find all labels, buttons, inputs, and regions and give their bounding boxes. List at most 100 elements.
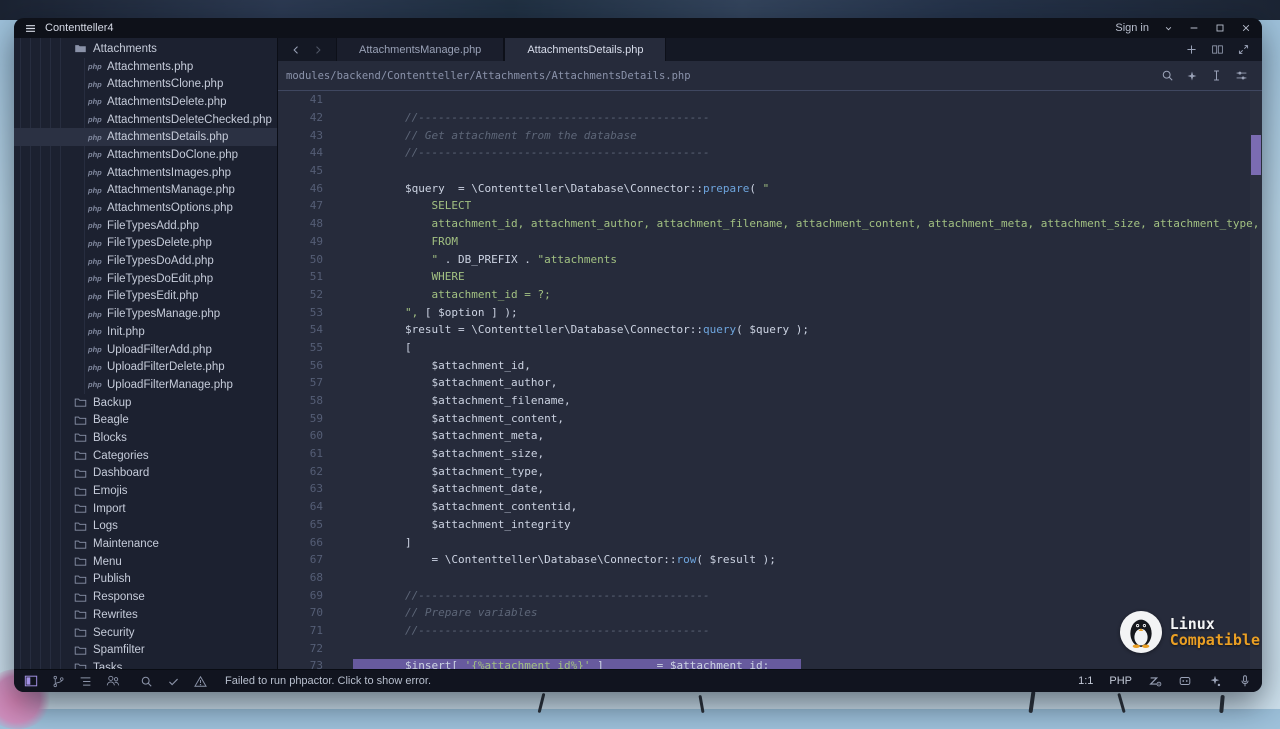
inline-assist-icon[interactable] bbox=[1210, 69, 1223, 82]
code-line-66[interactable]: 66] bbox=[278, 533, 1262, 551]
tab-attachmentsdetails[interactable]: AttachmentsDetails.php bbox=[504, 38, 666, 61]
sidebar-item-publish[interactable]: Publish bbox=[14, 571, 277, 589]
code-line-69[interactable]: 69//------------------------------------… bbox=[278, 586, 1262, 604]
close-button[interactable] bbox=[1240, 22, 1252, 34]
code-line-55[interactable]: 55[ bbox=[278, 339, 1262, 357]
search-icon[interactable] bbox=[140, 675, 153, 688]
code-line-72[interactable]: 72 bbox=[278, 639, 1262, 657]
code-line-49[interactable]: 49 FROM bbox=[278, 233, 1262, 251]
assistant-icon[interactable] bbox=[1208, 674, 1222, 688]
code-line-73[interactable]: 73$insert[ '{%attachment_id%}' ] = $atta… bbox=[278, 657, 1262, 669]
sidebar-item-filetypesmanage-php[interactable]: phpFileTypesManage.php bbox=[14, 305, 277, 323]
code-line-57[interactable]: 57 $attachment_author, bbox=[278, 374, 1262, 392]
forward-icon[interactable] bbox=[312, 44, 324, 56]
outline-icon[interactable] bbox=[79, 675, 92, 688]
collab-icon[interactable] bbox=[106, 674, 120, 688]
code-line-48[interactable]: 48 attachment_id, attachment_author, att… bbox=[278, 215, 1262, 233]
cursor-position[interactable]: 1:1 bbox=[1078, 675, 1093, 687]
code-line-52[interactable]: 52 attachment_id = ?; bbox=[278, 286, 1262, 304]
sidebar-item-categories[interactable]: Categories bbox=[14, 447, 277, 465]
code-line-51[interactable]: 51 WHERE bbox=[278, 268, 1262, 286]
minimize-button[interactable] bbox=[1188, 22, 1200, 34]
sidebar-item-import[interactable]: Import bbox=[14, 500, 277, 518]
code-line-43[interactable]: 43// Get attachment from the database bbox=[278, 126, 1262, 144]
scrollbar-thumb[interactable] bbox=[1251, 135, 1261, 175]
mic-icon[interactable] bbox=[1238, 674, 1252, 688]
tune-icon[interactable] bbox=[1235, 69, 1248, 82]
sidebar-item-attachmentsoptions-php[interactable]: phpAttachmentsOptions.php bbox=[14, 199, 277, 217]
dock-left-icon[interactable] bbox=[24, 674, 38, 688]
sidebar-item-filetypesdoadd-php[interactable]: phpFileTypesDoAdd.php bbox=[14, 252, 277, 270]
menu-hamburger-icon[interactable] bbox=[24, 22, 37, 35]
code-line-44[interactable]: 44//------------------------------------… bbox=[278, 144, 1262, 162]
code-line-68[interactable]: 68 bbox=[278, 569, 1262, 587]
code-line-50[interactable]: 50 " . DB_PREFIX . "attachments bbox=[278, 250, 1262, 268]
sidebar-item-emojis[interactable]: Emojis bbox=[14, 482, 277, 500]
split-pane-icon[interactable] bbox=[1211, 43, 1224, 56]
sidebar-item-dashboard[interactable]: Dashboard bbox=[14, 465, 277, 483]
sidebar-item-uploadfilterdelete-php[interactable]: phpUploadFilterDelete.php bbox=[14, 358, 277, 376]
sidebar-item-attachments-php[interactable]: phpAttachments.php bbox=[14, 58, 277, 76]
sidebar-item-attachmentsdoclone-php[interactable]: phpAttachmentsDoClone.php bbox=[14, 146, 277, 164]
sidebar-item-spamfilter[interactable]: Spamfilter bbox=[14, 641, 277, 659]
code-line-71[interactable]: 71//------------------------------------… bbox=[278, 622, 1262, 640]
sidebar-item-uploadfiltermanage-php[interactable]: phpUploadFilterManage.php bbox=[14, 376, 277, 394]
sign-in-button[interactable]: Sign in bbox=[1115, 22, 1149, 34]
tab-attachmentsmanage[interactable]: AttachmentsManage.php bbox=[336, 38, 504, 61]
sidebar-item-beagle[interactable]: Beagle bbox=[14, 411, 277, 429]
code-line-41[interactable]: 41 bbox=[278, 91, 1262, 109]
sidebar-item-init-php[interactable]: phpInit.php bbox=[14, 323, 277, 341]
sidebar-item-logs[interactable]: Logs bbox=[14, 518, 277, 536]
expand-icon[interactable] bbox=[1237, 43, 1250, 56]
sidebar-item-attachmentsclone-php[interactable]: phpAttachmentsClone.php bbox=[14, 75, 277, 93]
sidebar-item-rewrites[interactable]: Rewrites bbox=[14, 606, 277, 624]
code-line-53[interactable]: 53", [ $option ] ); bbox=[278, 303, 1262, 321]
sidebar-item-attachmentsmanage-php[interactable]: phpAttachmentsManage.php bbox=[14, 182, 277, 200]
sidebar-item-backup[interactable]: Backup bbox=[14, 394, 277, 412]
back-icon[interactable] bbox=[290, 44, 302, 56]
editor-scrollbar[interactable] bbox=[1250, 91, 1262, 669]
new-tab-icon[interactable] bbox=[1185, 43, 1198, 56]
language-indicator[interactable]: PHP bbox=[1109, 675, 1132, 687]
code-line-67[interactable]: 67 = \Contentteller\Database\Connector::… bbox=[278, 551, 1262, 569]
sidebar-item-attachmentsdeletechecked-php[interactable]: phpAttachmentsDeleteChecked.php bbox=[14, 111, 277, 129]
code-line-70[interactable]: 70// Prepare variables bbox=[278, 604, 1262, 622]
code-line-45[interactable]: 45 bbox=[278, 162, 1262, 180]
code-line-64[interactable]: 64 $attachment_contentid, bbox=[278, 498, 1262, 516]
diagnostic-message[interactable]: Failed to run phpactor. Click to show er… bbox=[225, 675, 431, 687]
sidebar-item-filetypesdoedit-php[interactable]: phpFileTypesDoEdit.php bbox=[14, 270, 277, 288]
ai-settings-icon[interactable] bbox=[1148, 674, 1162, 688]
sidebar-item-blocks[interactable]: Blocks bbox=[14, 429, 277, 447]
warning-icon[interactable] bbox=[194, 675, 207, 688]
sidebar-item-filetypesdelete-php[interactable]: phpFileTypesDelete.php bbox=[14, 235, 277, 253]
code-line-56[interactable]: 56 $attachment_id, bbox=[278, 356, 1262, 374]
maximize-button[interactable] bbox=[1214, 22, 1226, 34]
chevron-down-icon[interactable] bbox=[1163, 23, 1174, 34]
sidebar-item-security[interactable]: Security bbox=[14, 624, 277, 642]
sidebar-item-tasks[interactable]: Tasks bbox=[14, 659, 277, 669]
code-line-60[interactable]: 60 $attachment_meta, bbox=[278, 427, 1262, 445]
code-line-65[interactable]: 65 $attachment_integrity bbox=[278, 516, 1262, 534]
code-line-59[interactable]: 59 $attachment_content, bbox=[278, 409, 1262, 427]
code-line-42[interactable]: 42//------------------------------------… bbox=[278, 109, 1262, 127]
code-line-58[interactable]: 58 $attachment_filename, bbox=[278, 392, 1262, 410]
sidebar-item-attachmentsimages-php[interactable]: phpAttachmentsImages.php bbox=[14, 164, 277, 182]
sidebar-item-attachments[interactable]: Attachments bbox=[14, 40, 277, 58]
sidebar-item-attachmentsdetails-php[interactable]: phpAttachmentsDetails.php bbox=[14, 128, 277, 146]
sidebar-item-filetypesedit-php[interactable]: phpFileTypesEdit.php bbox=[14, 288, 277, 306]
check-icon[interactable] bbox=[167, 675, 180, 688]
search-icon[interactable] bbox=[1161, 69, 1174, 82]
sidebar-item-maintenance[interactable]: Maintenance bbox=[14, 535, 277, 553]
breadcrumb[interactable]: modules/backend/Contentteller/Attachment… bbox=[286, 70, 691, 82]
code-line-47[interactable]: 47 SELECT bbox=[278, 197, 1262, 215]
copilot-icon[interactable] bbox=[1178, 674, 1192, 688]
sidebar-item-response[interactable]: Response bbox=[14, 588, 277, 606]
sidebar-item-filetypesadd-php[interactable]: phpFileTypesAdd.php bbox=[14, 217, 277, 235]
code-editor[interactable]: 4142//----------------------------------… bbox=[278, 91, 1262, 669]
sidebar-item-menu[interactable]: Menu bbox=[14, 553, 277, 571]
code-line-61[interactable]: 61 $attachment_size, bbox=[278, 445, 1262, 463]
sparkle-icon[interactable] bbox=[1186, 70, 1198, 82]
code-line-46[interactable]: 46$query = \Contentteller\Database\Conne… bbox=[278, 179, 1262, 197]
code-line-54[interactable]: 54$result = \Contentteller\Database\Conn… bbox=[278, 321, 1262, 339]
code-line-63[interactable]: 63 $attachment_date, bbox=[278, 480, 1262, 498]
